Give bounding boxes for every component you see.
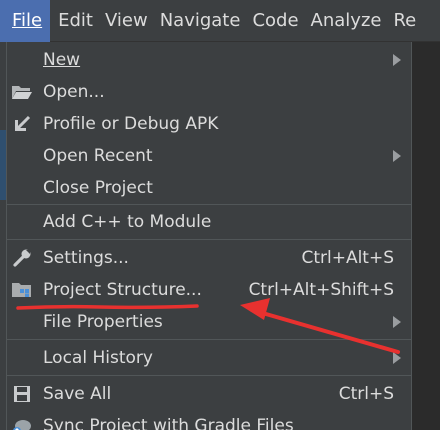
menu-navigate[interactable]: Navigate (154, 0, 247, 42)
submenu-arrow-icon (393, 150, 401, 162)
ide-window: File Edit View Navigate Code Analyze Re … (0, 0, 440, 430)
menu-item-file-properties[interactable]: File Properties (7, 306, 411, 338)
menu-item-local-history[interactable]: Local History (7, 342, 411, 374)
menu-analyze-label: Analyze (310, 10, 382, 31)
menu-item-add-cpp-label: Add C++ to Module (43, 212, 212, 232)
menu-file[interactable]: File (0, 0, 51, 42)
project-structure-icon (11, 280, 33, 300)
menu-item-open[interactable]: Open... (7, 76, 411, 108)
menu-analyze[interactable]: Analyze (305, 0, 388, 42)
menu-code[interactable]: Code (246, 0, 304, 42)
submenu-arrow-icon (393, 54, 401, 66)
menu-item-open-label: Open... (43, 82, 105, 102)
menu-item-open-recent[interactable]: Open Recent (7, 140, 411, 172)
menu-item-settings-label: Settings... (43, 248, 129, 268)
menu-refactor[interactable]: Re (387, 0, 422, 42)
menu-item-sync-gradle[interactable]: Sync Project with Gradle Files (7, 410, 411, 430)
gradle-sync-icon (11, 416, 33, 430)
menu-item-local-history-label: Local History (43, 348, 153, 368)
menu-item-new-label: New (43, 50, 81, 70)
menu-item-settings-shortcut: Ctrl+Alt+S (301, 248, 394, 268)
menu-item-save-all[interactable]: Save All Ctrl+S (7, 378, 411, 410)
menu-item-profile-debug-apk[interactable]: Profile or Debug APK (7, 108, 411, 140)
menu-item-profile-debug-apk-label: Profile or Debug APK (43, 114, 219, 134)
menu-item-save-all-shortcut: Ctrl+S (338, 384, 394, 404)
menu-separator (7, 375, 411, 376)
file-menu-dropdown: New Open... Profile or Debug APK Open Re… (6, 42, 412, 430)
menu-item-new[interactable]: New (7, 44, 411, 76)
menu-item-project-structure-shortcut: Ctrl+Alt+Shift+S (248, 280, 394, 300)
menu-item-sync-gradle-label: Sync Project with Gradle Files (43, 416, 294, 430)
folder-open-icon (11, 82, 33, 102)
menu-item-project-structure[interactable]: Project Structure... Ctrl+Alt+Shift+S (7, 274, 411, 306)
menu-item-close-project[interactable]: Close Project (7, 172, 411, 204)
submenu-arrow-icon (393, 352, 401, 364)
background-editor-area (412, 42, 440, 430)
menu-item-project-structure-label: Project Structure... (43, 280, 202, 300)
menu-view[interactable]: View (99, 0, 154, 42)
menu-edit-label: Edit (58, 10, 93, 31)
floppy-disk-icon (11, 384, 33, 404)
menu-item-file-properties-label: File Properties (43, 312, 163, 332)
menu-item-open-recent-label: Open Recent (43, 146, 153, 166)
menu-item-close-project-label: Close Project (43, 178, 153, 198)
menu-refactor-label: Re (393, 10, 417, 31)
menu-item-settings[interactable]: Settings... Ctrl+Alt+S (7, 242, 411, 274)
wrench-icon (11, 248, 33, 268)
menu-item-add-cpp[interactable]: Add C++ to Module (7, 206, 411, 238)
menu-separator (7, 339, 411, 340)
menu-view-label: View (104, 10, 148, 31)
menu-separator (7, 204, 411, 205)
submenu-arrow-icon (393, 316, 401, 328)
menu-navigate-label: Navigate (159, 10, 241, 31)
import-arrow-icon (11, 114, 33, 134)
menu-separator (7, 239, 411, 240)
menu-edit[interactable]: Edit (52, 0, 99, 42)
menu-bar: File Edit View Navigate Code Analyze Re (0, 0, 440, 42)
menu-item-save-all-label: Save All (43, 384, 112, 404)
menu-code-label: Code (252, 10, 299, 31)
